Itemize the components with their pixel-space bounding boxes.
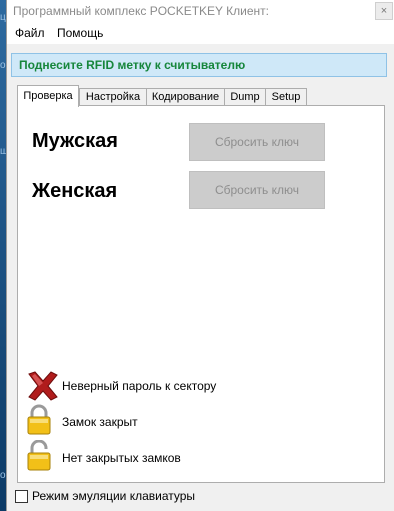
- background-glyph: о: [0, 60, 6, 71]
- tab-encoding[interactable]: Кодирование: [146, 88, 225, 106]
- lock-closed-icon: [27, 404, 51, 435]
- keyboard-emulation-checkbox[interactable]: [15, 490, 28, 503]
- no-locked-status: Нет закрытых замков: [26, 440, 366, 472]
- red-x-icon: [28, 371, 58, 401]
- menu-bar: Файл Помощь: [7, 24, 394, 44]
- keyboard-emulation-label: Режим эмуляции клавиатуры: [32, 489, 196, 503]
- lock-closed-status: Замок закрыт: [26, 404, 366, 436]
- male-label: Мужская: [32, 130, 118, 152]
- app-window: Программный комплекс POCKETKEY Клиент: ×…: [6, 0, 394, 511]
- tab-settings[interactable]: Настройка: [79, 88, 147, 106]
- close-icon: ×: [380, 5, 388, 17]
- close-button[interactable]: ×: [375, 2, 393, 20]
- tab-dump[interactable]: Dump: [224, 88, 266, 106]
- title-bar[interactable]: Программный комплекс POCKETKEY Клиент: ×: [7, 0, 394, 24]
- status-message: Поднесите RFID метку к считывателю: [19, 58, 246, 72]
- menu-item-file[interactable]: Файл: [15, 26, 45, 40]
- check-tab-panel: Мужская Сбросить ключ Женская Сбросить к…: [17, 105, 385, 483]
- lock-open-icon: [27, 440, 51, 471]
- lock-closed-text: Замок закрыт: [62, 415, 138, 429]
- wrong-password-text: Неверный пароль к сектору: [62, 379, 217, 393]
- reset-male-key-button[interactable]: Сбросить ключ: [189, 123, 325, 161]
- wrong-password-status: Неверный пароль к сектору: [26, 370, 366, 402]
- window-title: Программный комплекс POCKETKEY Клиент:: [13, 4, 269, 18]
- tab-check[interactable]: Проверка: [17, 85, 79, 107]
- reset-female-key-button[interactable]: Сбросить ключ: [189, 171, 325, 209]
- female-label: Женская: [32, 180, 118, 202]
- tab-setup[interactable]: Setup: [265, 88, 307, 106]
- no-locked-text: Нет закрытых замков: [62, 451, 181, 465]
- menu-item-help[interactable]: Помощь: [57, 26, 103, 40]
- status-banner: Поднесите RFID метку к считывателю: [11, 53, 387, 77]
